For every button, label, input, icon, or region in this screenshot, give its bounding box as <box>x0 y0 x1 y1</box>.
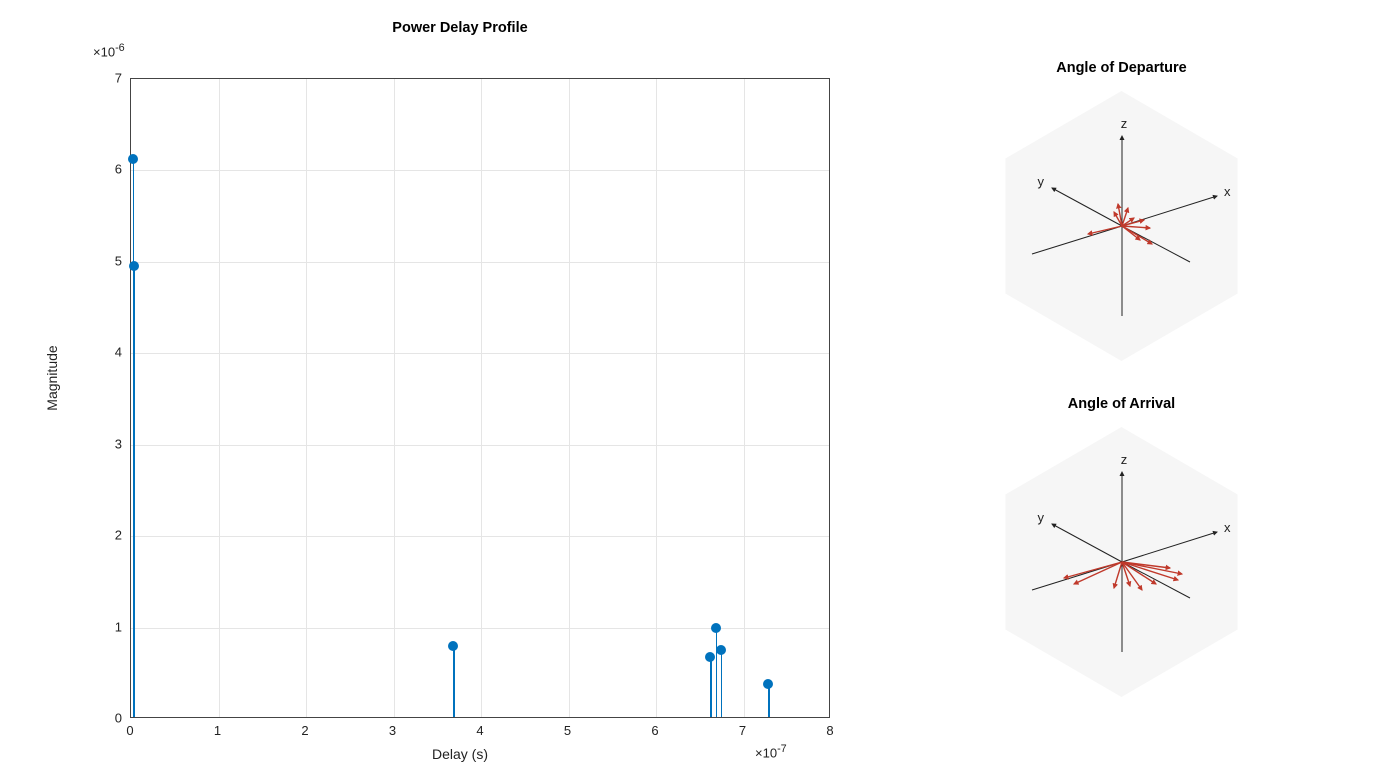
gridline-v <box>744 79 745 717</box>
pdp-title: Power Delay Profile <box>90 20 830 36</box>
stem-line <box>134 264 136 717</box>
stem-marker <box>129 261 139 271</box>
svg-text:x: x <box>1224 184 1231 199</box>
y-tick-label: 4 <box>90 345 122 360</box>
pdp-plot-wrap: Magnitude Delay (s) 01234567801234567 <box>90 38 830 718</box>
gridline-v <box>481 79 482 717</box>
y-tick-label: 3 <box>90 436 122 451</box>
x-exponent-label: ×10-7 <box>755 743 787 760</box>
gridline-v <box>394 79 395 717</box>
aod-title: Angle of Departure <box>1056 60 1187 76</box>
gridline-h <box>131 445 829 446</box>
gridline-v <box>219 79 220 717</box>
y-axis-label: Magnitude <box>44 345 60 410</box>
stem-marker <box>705 652 715 662</box>
x-tick-label: 1 <box>214 723 221 738</box>
direction-vector <box>1122 226 1152 244</box>
x-tick-label: 8 <box>826 723 833 738</box>
svg-text:y: y <box>1037 174 1044 189</box>
stem-line <box>453 644 455 717</box>
pdp-panel: Power Delay Profile ×10-6 Magnitude Dela… <box>0 0 850 784</box>
angle-panel: Angle of Departure z x y Angle of Arrival … <box>850 0 1393 784</box>
stem-line <box>721 648 723 717</box>
x-tick-label: 3 <box>389 723 396 738</box>
y-tick-label: 1 <box>90 619 122 634</box>
aoa-axes-svg: z x y <box>982 422 1262 702</box>
svg-text:z: z <box>1120 116 1127 131</box>
aod-hexagon[interactable]: z x y <box>982 86 1262 366</box>
direction-vector <box>1088 226 1122 234</box>
svg-text:z: z <box>1120 452 1127 467</box>
x-tick-label: 0 <box>126 723 133 738</box>
y-tick-label: 7 <box>90 71 122 86</box>
svg-text:y: y <box>1037 510 1044 525</box>
stem-marker <box>716 645 726 655</box>
x-tick-label: 6 <box>651 723 658 738</box>
pdp-plot-area[interactable] <box>130 78 830 718</box>
stem-marker <box>448 641 458 651</box>
x-axis-label: Delay (s) <box>432 746 488 762</box>
gridline-v <box>656 79 657 717</box>
aoa-block: Angle of Arrival z x y <box>982 396 1262 702</box>
x-tick-label: 5 <box>564 723 571 738</box>
aoa-title: Angle of Arrival <box>1068 396 1175 412</box>
gridline-v <box>306 79 307 717</box>
y-tick-label: 0 <box>90 711 122 726</box>
gridline-h <box>131 536 829 537</box>
stem-marker <box>763 679 773 689</box>
gridline-v <box>569 79 570 717</box>
gridline-h <box>131 262 829 263</box>
y-tick-label: 2 <box>90 528 122 543</box>
direction-vector <box>1122 562 1142 590</box>
aoa-hexagon[interactable]: z x y <box>982 422 1262 702</box>
aod-axes-svg: z x y <box>982 86 1262 366</box>
gridline-h <box>131 170 829 171</box>
gridline-h <box>131 628 829 629</box>
x-tick-label: 2 <box>301 723 308 738</box>
stem-marker <box>711 623 721 633</box>
figure-container: Power Delay Profile ×10-6 Magnitude Dela… <box>0 0 1393 784</box>
x-tick-label: 7 <box>739 723 746 738</box>
x-tick-label: 4 <box>476 723 483 738</box>
y-tick-label: 6 <box>90 162 122 177</box>
aod-block: Angle of Departure z x y <box>982 60 1262 366</box>
stem-marker <box>128 154 138 164</box>
gridline-h <box>131 353 829 354</box>
direction-vector <box>1114 562 1122 588</box>
stem-line <box>716 626 718 717</box>
stem-line <box>710 655 712 717</box>
svg-text:x: x <box>1224 520 1231 535</box>
y-tick-label: 5 <box>90 253 122 268</box>
